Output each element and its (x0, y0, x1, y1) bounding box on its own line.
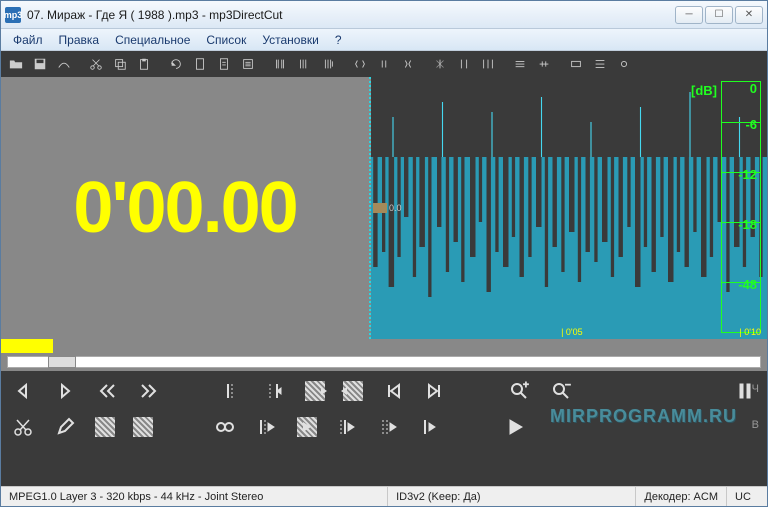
prev-icon[interactable] (11, 379, 35, 403)
menubar: Файл Правка Специальное Список Установки… (1, 29, 767, 51)
time-panel: 0'00.00 (1, 77, 371, 339)
time-marker-1: | 0'05 (561, 327, 583, 337)
maximize-button[interactable]: ☐ (705, 6, 733, 24)
pencil-icon[interactable] (53, 415, 77, 439)
play-sel-left-icon[interactable] (255, 415, 279, 439)
paste-icon[interactable] (133, 54, 155, 74)
cut-icon[interactable] (85, 54, 107, 74)
cfg3-icon[interactable] (613, 54, 635, 74)
status-id3: ID3v2 (Keep: Да) (388, 487, 636, 506)
menu-file[interactable]: Файл (7, 31, 49, 49)
menu-list[interactable]: Список (200, 31, 252, 49)
nav2-icon[interactable] (373, 54, 395, 74)
marker2-icon[interactable] (293, 54, 315, 74)
nav3-icon[interactable] (397, 54, 419, 74)
cursor-pos-label: 0.0 (389, 203, 402, 213)
db-label: [dB] (691, 83, 717, 98)
svg-text:+: + (523, 381, 529, 391)
waveform-area[interactable]: 0'00.00 0.0 [dB] (1, 77, 767, 339)
region2-icon[interactable] (133, 417, 153, 437)
main-area: 0'00.00 0.0 [dB] (1, 77, 767, 486)
indicator-ch: Ч (752, 383, 759, 395)
copy-icon[interactable] (109, 54, 131, 74)
app-icon: mp3 (5, 7, 21, 23)
rewind-icon[interactable] (95, 379, 119, 403)
titlebar[interactable]: mp3 07. Мираж - Где Я ( 1988 ).mp3 - mp3… (1, 1, 767, 29)
time-display: 0'00.00 (73, 167, 296, 249)
db-tick-6: -6 (727, 117, 757, 132)
nav1-icon[interactable] (349, 54, 371, 74)
cfg1-icon[interactable] (565, 54, 587, 74)
window-title: 07. Мираж - Где Я ( 1988 ).mp3 - mp3Dire… (27, 8, 675, 22)
sel-range-right-icon[interactable] (343, 381, 363, 401)
next-icon[interactable] (53, 379, 77, 403)
app-window: mp3 07. Мираж - Где Я ( 1988 ).mp3 - mp3… (0, 0, 768, 507)
menu-edit[interactable]: Правка (53, 31, 106, 49)
minimize-button[interactable]: ─ (675, 6, 703, 24)
sel-end-icon[interactable] (263, 379, 287, 403)
undo-icon[interactable] (165, 54, 187, 74)
db-tick-48: -48 (727, 277, 757, 292)
save-icon[interactable] (29, 54, 51, 74)
doc2-icon[interactable] (213, 54, 235, 74)
status-uc: UC (727, 487, 767, 506)
db-tick-0: 0 (727, 81, 757, 96)
marker1-icon[interactable] (269, 54, 291, 74)
scroll-thumb[interactable] (48, 356, 76, 368)
menu-help[interactable]: ? (329, 31, 348, 49)
doc1-icon[interactable] (189, 54, 211, 74)
zoom3-icon[interactable] (477, 54, 499, 74)
db-tick-18: -18 (727, 217, 757, 232)
menu-settings[interactable]: Установки (256, 31, 324, 49)
waveform-canvas[interactable]: 0.0 [dB] 0 -6 -12 -18 -48 | 0'05 | 0'10 (371, 77, 767, 339)
view1-icon[interactable] (509, 54, 531, 74)
statusbar: MPEG1.0 Layer 3 - 320 kbps - 44 kHz - Jo… (1, 486, 767, 506)
status-decoder: Декодер: ACM (636, 487, 727, 506)
marker3-icon[interactable] (317, 54, 339, 74)
play-icon[interactable] (503, 415, 527, 439)
status-format: MPEG1.0 Layer 3 - 320 kbps - 44 kHz - Jo… (1, 487, 388, 506)
loop-icon[interactable] (213, 415, 237, 439)
play-sel-right-icon[interactable] (335, 415, 359, 439)
play-marked-icon[interactable] (377, 415, 401, 439)
play-cue-icon[interactable] (419, 415, 443, 439)
zoom-out-icon[interactable]: − (549, 379, 573, 403)
gain-curve-icon[interactable] (53, 54, 75, 74)
db-tick-12: -12 (727, 167, 757, 182)
close-button[interactable]: ✕ (735, 6, 763, 24)
sel-start-icon[interactable] (221, 379, 245, 403)
time-marker-2: | 0'10 (739, 327, 761, 337)
indicator-b: В (752, 419, 759, 431)
props-icon[interactable] (237, 54, 259, 74)
svg-text:−: − (565, 381, 571, 391)
open-icon[interactable] (5, 54, 27, 74)
controls-panel: + − Ч В MIRPROGRAM (1, 371, 767, 447)
sel-range-left-icon[interactable] (305, 381, 325, 401)
skip-end-icon[interactable] (423, 379, 447, 403)
fastfwd-icon[interactable] (137, 379, 161, 403)
play-sel-icon[interactable] (297, 417, 317, 437)
zoom1-icon[interactable] (429, 54, 451, 74)
cfg2-icon[interactable] (589, 54, 611, 74)
region1-icon[interactable] (95, 417, 115, 437)
scroll-track[interactable] (1, 353, 767, 371)
scissors-icon[interactable] (11, 415, 35, 439)
toolbar (1, 51, 767, 77)
view2-icon[interactable] (533, 54, 555, 74)
menu-special[interactable]: Специальное (109, 31, 196, 49)
zoom-in-icon[interactable]: + (507, 379, 531, 403)
zoom2-icon[interactable] (453, 54, 475, 74)
overview-bar[interactable] (1, 339, 767, 353)
skip-start-icon[interactable] (381, 379, 405, 403)
